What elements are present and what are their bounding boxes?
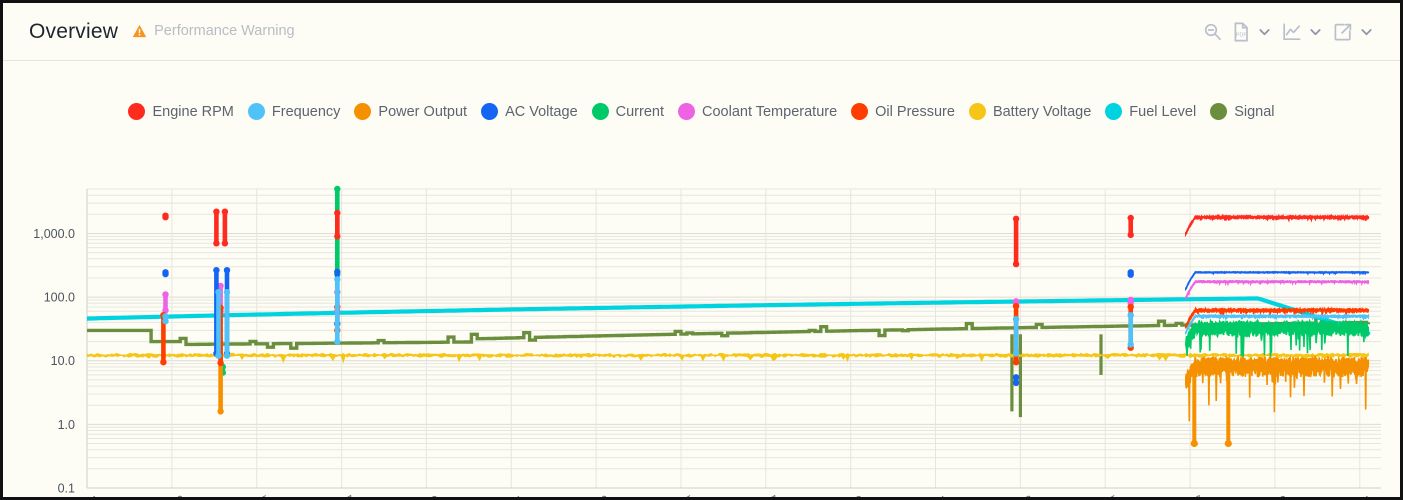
x-tick-label: Jun 17 <box>742 492 782 500</box>
y-tick-label: 1.0 <box>58 418 75 432</box>
series-point <box>162 214 169 221</box>
y-tick-label: 10.0 <box>51 354 75 368</box>
series-point <box>334 209 341 217</box>
export-pdf-chevron[interactable] <box>1257 21 1272 43</box>
x-tick-label: Jun 5 <box>239 492 273 500</box>
title-group: Overview Performance Warning <box>29 20 295 44</box>
x-tick-label: Jun 11 <box>488 492 527 500</box>
series-point <box>221 240 229 247</box>
series-point <box>1127 312 1134 319</box>
series-point <box>1012 374 1020 381</box>
x-tick-label: Jun 15 <box>657 492 697 500</box>
series-point <box>217 359 224 367</box>
series-point <box>1012 379 1020 386</box>
chevron-down-icon <box>1310 28 1321 35</box>
pdf-file-icon: PDF <box>1234 22 1248 41</box>
svg-text:PDF: PDF <box>1235 32 1246 38</box>
chevron-down-icon <box>1361 28 1372 35</box>
card-header: Overview Performance Warning PDF <box>3 3 1400 61</box>
series-point <box>334 233 341 240</box>
series-point <box>334 185 341 193</box>
series-point <box>1012 350 1020 357</box>
x-tick-label: Jun 19 <box>827 492 867 500</box>
series-point <box>1127 214 1134 222</box>
series-dense-band-power-output <box>1185 354 1370 422</box>
x-tick-label: Jun 23 <box>996 492 1036 500</box>
x-tick-label: Jun 13 <box>572 492 612 500</box>
series-point <box>334 268 341 275</box>
share-export-chevron[interactable] <box>1359 21 1374 43</box>
x-tick-label: Jun 9 <box>408 492 442 500</box>
series-point <box>223 352 231 359</box>
export-pdf-button[interactable]: PDF <box>1228 19 1254 45</box>
chart-plot-svg: 0.11.010.0100.01,000.0Jun 1Jun 3Jun 5Jun… <box>33 185 1381 500</box>
share-export-button[interactable] <box>1330 19 1356 45</box>
series-point <box>1127 231 1134 239</box>
series-point <box>1012 260 1020 268</box>
x-tick-label: Jul 1 <box>1345 492 1375 500</box>
x-tick-label: Jun 21 <box>911 492 951 500</box>
series-point <box>1224 439 1232 448</box>
series-point <box>1127 271 1134 278</box>
chevron-down-icon <box>1259 28 1270 35</box>
line-chart-icon <box>1283 22 1301 40</box>
overview-chart-card: Overview Performance Warning PDF Engine … <box>0 0 1403 500</box>
y-tick-label: 0.1 <box>58 482 75 496</box>
performance-warning: Performance Warning <box>132 23 295 39</box>
magnifier-minus-icon <box>1204 23 1221 41</box>
series-point <box>213 208 220 215</box>
series-dense-band-coolant-temperature <box>1185 278 1370 300</box>
x-axis-ticks: Jun 1Jun 3Jun 5Jun 7Jun 9Jun 11Jun 13Jun… <box>69 492 1375 500</box>
series-point <box>1190 439 1198 448</box>
series-point <box>215 288 222 296</box>
x-tick-label: Jun 25 <box>1081 492 1121 500</box>
series-point <box>223 288 231 296</box>
chart-type-chevron[interactable] <box>1308 21 1323 43</box>
chart-body: Engine RPM Frequency Power Output AC Voltag… <box>3 61 1400 500</box>
y-axis-ticks: 0.1 1.0 10.0 100.0 1,000.0 <box>33 227 75 496</box>
series-point <box>1127 341 1134 348</box>
series-point <box>1127 303 1134 311</box>
page-title: Overview <box>29 19 119 43</box>
plot-area: 0.11.010.0100.01,000.0Jun 1Jun 3Jun 5Jun… <box>3 61 1400 500</box>
x-tick-label: Jun 29 <box>1251 492 1291 500</box>
series-point <box>160 359 167 366</box>
series-point <box>334 338 341 345</box>
series-point <box>162 291 169 298</box>
series-point <box>221 208 229 215</box>
series-point <box>162 317 169 325</box>
series-point <box>1012 359 1020 366</box>
chart-type-button[interactable] <box>1279 19 1305 45</box>
series-point <box>1012 215 1020 222</box>
y-tick-label: 100.0 <box>44 291 75 305</box>
series-point <box>213 267 220 274</box>
series-point <box>1012 303 1020 310</box>
x-tick-label: Jun 27 <box>1166 492 1206 500</box>
performance-warning-label: Performance Warning <box>154 22 295 39</box>
header-toolbar: PDF <box>1199 19 1378 45</box>
zoom-out-button[interactable] <box>1199 19 1225 45</box>
external-link-icon <box>1334 23 1352 40</box>
warning-triangle-icon <box>132 24 147 37</box>
y-tick-label: 1,000.0 <box>33 227 75 241</box>
series-point <box>1012 316 1020 323</box>
series-point <box>215 352 222 359</box>
series-dense-band-engine-rpm <box>1185 213 1370 238</box>
series-point <box>334 276 341 283</box>
series-point <box>213 240 220 247</box>
series-dense-band-current <box>1185 318 1370 359</box>
x-tick-label: Jun 7 <box>324 492 358 500</box>
x-tick-label: Jun 3 <box>154 492 188 500</box>
series-point <box>217 408 224 415</box>
series-point <box>223 267 231 274</box>
series-point <box>162 270 169 278</box>
